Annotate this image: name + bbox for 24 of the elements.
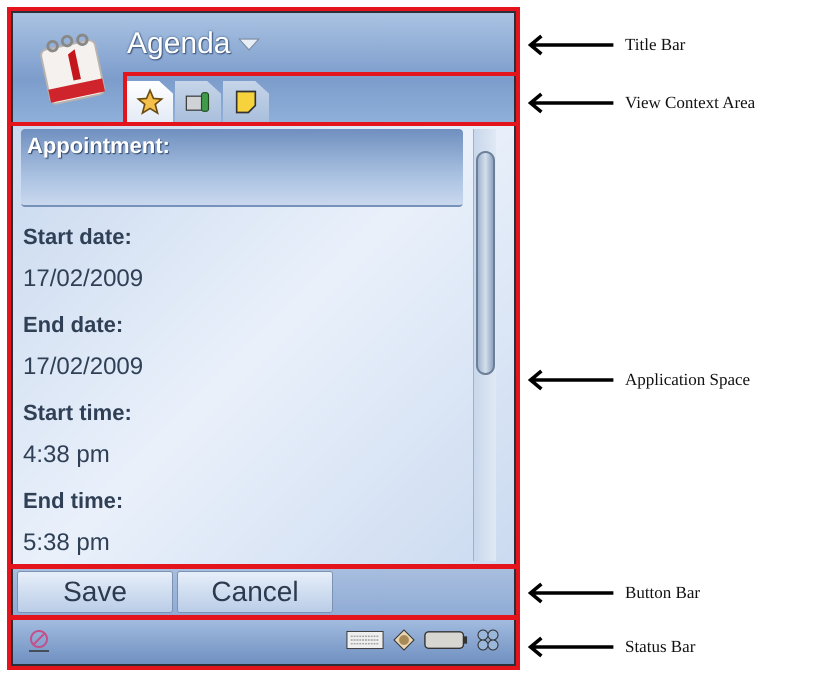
no-signal-icon <box>27 628 51 652</box>
annotation-label: View Context Area <box>625 93 756 113</box>
annotation-label: Title Bar <box>625 35 686 55</box>
field-value[interactable]: 17/02/2009 <box>21 347 463 391</box>
softkey-button[interactable]: Cancel <box>177 571 333 613</box>
heading-text: Appointment: <box>27 133 170 158</box>
annotation-label: Button Bar <box>625 583 700 603</box>
apps-icon <box>476 628 500 652</box>
field-label: Start date: <box>22 223 133 251</box>
view-tab[interactable] <box>127 81 173 123</box>
annotation-label: Application Space <box>625 370 750 390</box>
annotation-label: Status Bar <box>625 637 696 657</box>
field-label: End time: <box>22 487 124 515</box>
caret-icon[interactable] <box>238 38 260 50</box>
field-value[interactable]: 17/02/2009 <box>21 259 463 303</box>
softkey-button[interactable]: Save <box>17 571 173 613</box>
field-value[interactable]: 5:38 pm <box>21 523 463 567</box>
scroll-bar[interactable] <box>473 129 496 561</box>
star-icon <box>136 88 164 116</box>
view-tab[interactable] <box>175 81 221 123</box>
field-value[interactable]: 4:38 pm <box>21 435 463 479</box>
field-label: Start time: <box>22 399 133 427</box>
field-label: End date: <box>22 311 124 339</box>
view-tab[interactable] <box>223 81 269 123</box>
